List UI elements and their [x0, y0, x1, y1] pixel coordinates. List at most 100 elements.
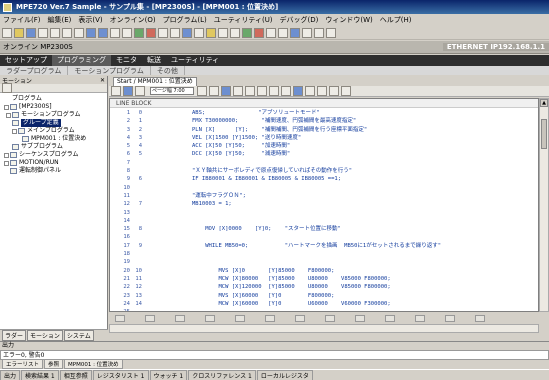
menu-utility[interactable]: ユーティリティ(U): [214, 15, 273, 25]
watch-icon[interactable]: [230, 27, 240, 38]
collapse-icon[interactable]: [12, 128, 17, 134]
editor-tab[interactable]: Start / MPM001 : 位置決め: [113, 77, 197, 86]
code-line[interactable]: 17 9 WHILE MB50=0; "ハートマークを描画 MB50に1がセットさ…: [110, 242, 538, 250]
monitor-icon[interactable]: [293, 86, 303, 96]
code-line[interactable]: 3 2 PLN [X] [Y]; "補間補間、円弧補間を行う座標平面指定": [110, 126, 538, 134]
panel-close-icon[interactable]: ✕: [100, 77, 105, 84]
tree-refresh-icon[interactable]: [2, 83, 12, 93]
copy-icon[interactable]: [62, 27, 72, 38]
subtab-other[interactable]: その他: [151, 66, 185, 75]
comment-icon[interactable]: [233, 86, 243, 96]
code-line[interactable]: 15 8 MOV [X]0000 [Y]0; "スタート位置に移動": [110, 225, 538, 233]
tab-monitor[interactable]: モニタ: [111, 55, 142, 66]
tree-item[interactable]: プログラム: [0, 95, 107, 103]
help-icon[interactable]: [326, 27, 336, 38]
toggle-icon[interactable]: [135, 86, 145, 96]
code-line[interactable]: 25: [110, 308, 538, 311]
jump-icon[interactable]: [245, 86, 255, 96]
tree-item[interactable]: MPM001 : 位置決め: [0, 135, 107, 143]
tab-mpm001[interactable]: MPM001 : 位置決め: [64, 359, 123, 369]
status-tab-watch[interactable]: ウォッチ 1: [149, 370, 188, 380]
find-icon[interactable]: [269, 86, 279, 96]
subtab-ladder[interactable]: ラダープログラム: [0, 66, 69, 75]
breakpoint-icon[interactable]: [278, 27, 288, 38]
monitor-icon[interactable]: [182, 27, 192, 38]
scroll-thumb[interactable]: [541, 119, 547, 149]
menu-online[interactable]: オンライン(O): [110, 15, 156, 25]
stop-icon[interactable]: [254, 27, 264, 38]
new-icon[interactable]: [2, 27, 12, 38]
menu-help[interactable]: ヘルプ(H): [380, 15, 412, 25]
horizontal-scrollbar[interactable]: [109, 324, 539, 333]
code-line[interactable]: 10: [110, 184, 538, 192]
subtab-motion[interactable]: モーションプログラム: [68, 66, 151, 75]
expand-icon[interactable]: [4, 152, 9, 158]
run-icon[interactable]: [242, 27, 252, 38]
compile-icon[interactable]: [170, 27, 180, 38]
code-line[interactable]: 4 3 VEL [X]1500 [Y]1500; "送り時間速度": [110, 134, 538, 142]
stop-icon[interactable]: [329, 86, 339, 96]
cross-ref-icon[interactable]: [218, 27, 228, 38]
code-line[interactable]: 12 7 MB10003 = 1;: [110, 200, 538, 208]
tab-ladder[interactable]: ラダー: [2, 330, 27, 341]
code-line[interactable]: 14: [110, 217, 538, 225]
step-icon[interactable]: [305, 86, 315, 96]
code-line[interactable]: 9 6 IF IB80001 & IB80001 & IB80005 & IB800…: [110, 175, 538, 183]
menu-debug[interactable]: デバッグ(D): [280, 15, 319, 25]
menu-window[interactable]: ウィンドウ(W): [325, 15, 372, 25]
code-line[interactable]: 7: [110, 159, 538, 167]
step-icon[interactable]: [266, 27, 276, 38]
menu-view[interactable]: 表示(V): [78, 15, 102, 25]
tab-system[interactable]: システム: [63, 330, 94, 341]
zoom-icon[interactable]: [194, 27, 204, 38]
code-line[interactable]: 2 1 FMX T30000000; "補間速度、円弧補間を最高速度指定": [110, 117, 538, 125]
outdent-icon[interactable]: [209, 86, 219, 96]
cut-icon[interactable]: [50, 27, 60, 38]
edit-icon[interactable]: [111, 86, 121, 96]
open-icon[interactable]: [14, 27, 24, 38]
compile-icon[interactable]: [123, 86, 133, 96]
code-line[interactable]: 16: [110, 233, 538, 241]
find-icon[interactable]: [110, 27, 120, 38]
properties-icon[interactable]: [341, 86, 351, 96]
tab-utility[interactable]: ユーティリティ: [166, 55, 224, 66]
expand-icon[interactable]: [4, 160, 9, 166]
window-icon[interactable]: [290, 27, 300, 38]
replace-icon[interactable]: [281, 86, 291, 96]
status-tab-output[interactable]: 出力: [0, 370, 21, 380]
menu-file[interactable]: ファイル(F): [3, 15, 41, 25]
collapse-icon[interactable]: [4, 104, 9, 110]
run-icon[interactable]: [317, 86, 327, 96]
save-icon[interactable]: [26, 27, 36, 38]
status-tab-cross-reference[interactable]: クロスリファレンス 1: [188, 370, 256, 380]
code-line[interactable]: 18: [110, 250, 538, 258]
tab-transfer[interactable]: 転送: [142, 55, 166, 66]
offline-icon[interactable]: [146, 27, 156, 38]
zoom-select[interactable]: ページ幅 7:00: [150, 87, 194, 95]
status-tab-register-list[interactable]: レジスタリスト 1: [92, 370, 149, 380]
transfer-icon[interactable]: [158, 27, 168, 38]
tree-item-selected[interactable]: グループ定義: [0, 119, 107, 127]
tree-item[interactable]: モーションプログラム: [0, 111, 107, 119]
tab-setup[interactable]: セットアップ: [0, 55, 52, 66]
tree-item[interactable]: メインプログラム: [0, 127, 107, 135]
tree-item[interactable]: [MP2300S]: [0, 103, 107, 111]
tree-item[interactable]: サブプログラム: [0, 143, 107, 151]
undo-icon[interactable]: [86, 27, 96, 38]
tree-item[interactable]: MOTION/RUN: [0, 159, 107, 167]
code-line[interactable]: 24 14 MCW [X]60000 [Y]0 U60000 V60000 F30…: [110, 300, 538, 308]
online-icon[interactable]: [134, 27, 144, 38]
tab-programming[interactable]: プログラミング: [52, 55, 111, 66]
code-line[interactable]: 8 "ＸＹ軸共にサーボレディで原点復帰していればその動作を行う": [110, 167, 538, 175]
code-line[interactable]: 20 10 MVS [X]0 [Y]85000 F800000;: [110, 267, 538, 275]
cascade-icon[interactable]: [314, 27, 324, 38]
collapse-icon[interactable]: [6, 112, 11, 118]
print-icon[interactable]: [38, 27, 48, 38]
scroll-up-icon[interactable]: ▲: [540, 99, 548, 107]
paste-icon[interactable]: [74, 27, 84, 38]
code-line[interactable]: 5 4 ACC [X]50 [Y]50; "加速時間": [110, 142, 538, 150]
tab-motion[interactable]: モーション: [27, 330, 63, 341]
replace-icon[interactable]: [122, 27, 132, 38]
tree-item[interactable]: シーケンスプログラム: [0, 151, 107, 159]
code-line[interactable]: 11 "運転中フラグＯＮ";: [110, 192, 538, 200]
